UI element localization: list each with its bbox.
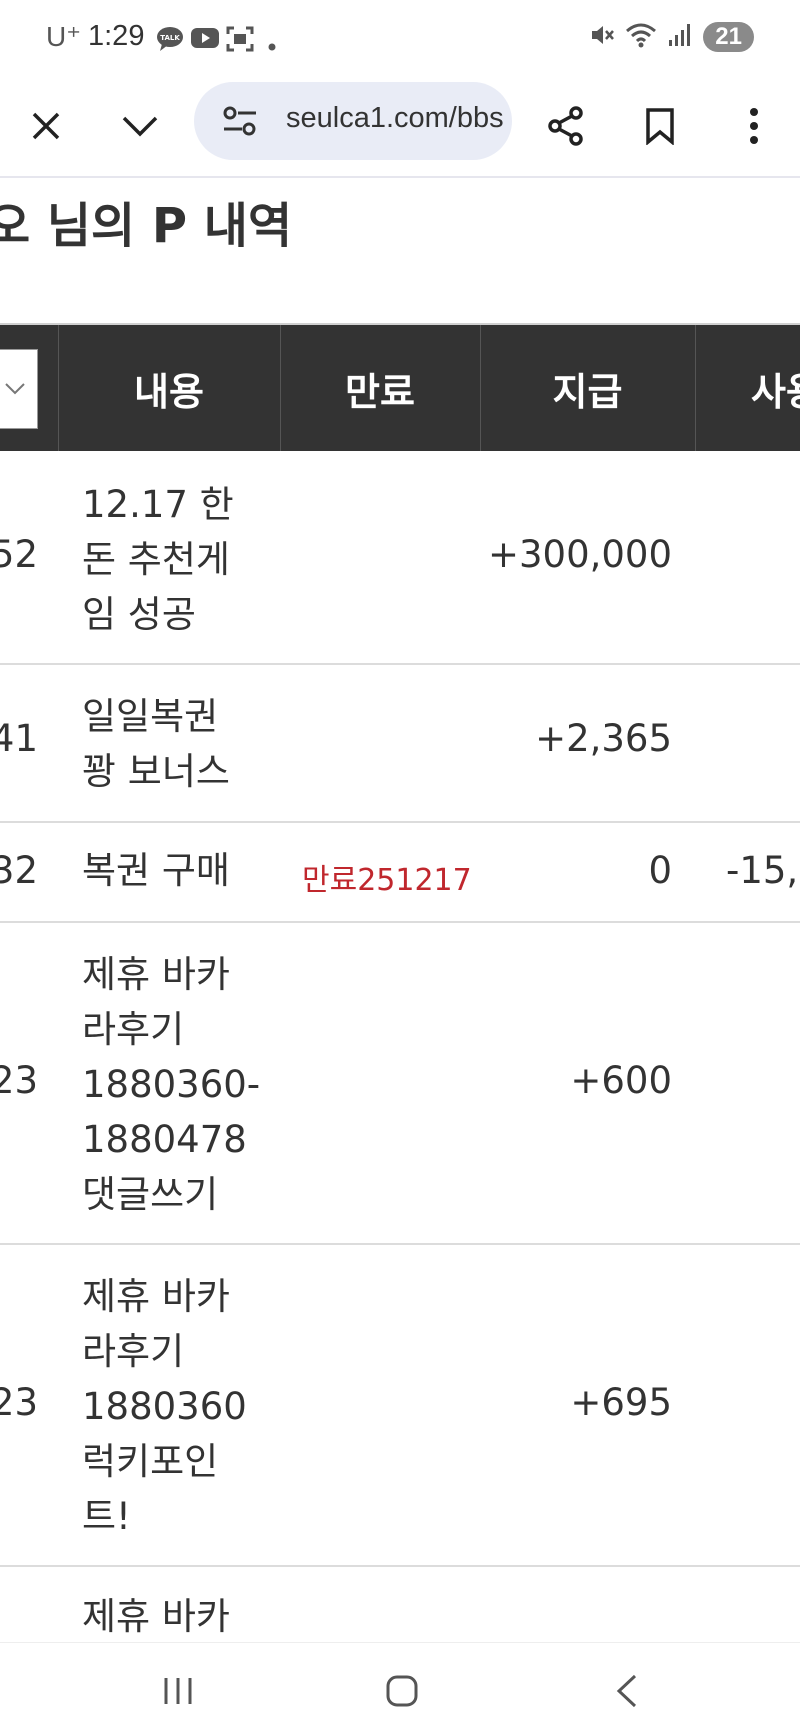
row-number: 41 [0, 717, 38, 760]
back-icon [616, 1674, 637, 1708]
youtube-notification-icon [190, 26, 220, 54]
status-right-group: 21 [589, 22, 754, 52]
share-icon [548, 106, 583, 146]
select-all-dropdown[interactable] [0, 349, 38, 429]
page-title: 오 님의 P 내역 [0, 198, 293, 254]
row-number: 32 [0, 849, 38, 892]
recent-apps-icon [164, 1678, 192, 1704]
row-number: 23 [0, 1381, 38, 1424]
url-text[interactable]: seulca1.com/bbs [286, 102, 504, 135]
talk-notification-icon: TALK [156, 26, 184, 54]
header-use: 사용 [751, 369, 800, 414]
more-notifications-dot-icon [268, 36, 276, 64]
more-vertical-icon [750, 108, 758, 144]
carrier-label: U⁺ [46, 21, 81, 52]
row-expire: 만료251217 [302, 863, 472, 898]
row-content: 제휴 바카라후기 1880360 럭키포인트! [82, 1275, 247, 1538]
more-options-button[interactable] [722, 94, 786, 158]
wifi-icon [625, 22, 657, 52]
status-time: 1:29 [88, 20, 145, 52]
row-content: 제휴 바카라후기 1880360-1880478 댓글쓰기 [82, 953, 261, 1216]
bookmark-button[interactable] [628, 94, 692, 158]
row-pay: +300,000 [487, 533, 672, 576]
url-bar[interactable]: seulca1.com/bbs [194, 82, 512, 160]
table-row: 41 일일복권 꽝 보너스 +2,365 [0, 665, 800, 823]
system-navigation-bar [0, 1642, 800, 1735]
row-content: 복권 구매 [82, 849, 230, 892]
header-expire: 만료 [345, 369, 415, 414]
row-pay: +695 [570, 1381, 672, 1424]
row-content: 12.17 한돈 추천게임 성공 [82, 483, 234, 636]
chevron-down-icon [5, 383, 25, 395]
site-settings-icon[interactable] [222, 104, 258, 142]
share-button[interactable] [534, 94, 598, 158]
row-pay: +600 [570, 1059, 672, 1102]
row-content: 일일복권 꽝 보너스 [82, 695, 230, 793]
header-content: 내용 [134, 369, 204, 414]
home-icon [386, 1675, 418, 1707]
svg-text:TALK: TALK [160, 34, 180, 42]
row-number: 52 [0, 533, 38, 576]
row-number: 23 [0, 1059, 38, 1102]
table-row: 32 복권 구매 만료251217 0 -15,0 [0, 823, 800, 923]
table-row: 23 제휴 바카라후기 1880360 럭키포인트! +695 [0, 1245, 800, 1567]
screenshot-notification-icon [226, 26, 254, 54]
row-content: 제휴 바카 [82, 1595, 230, 1638]
row-use: -15,0 [726, 849, 800, 892]
table-header: 내용 만료 지급 사용 [0, 323, 800, 451]
table-row: 52 12.17 한돈 추천게임 성공 +300,000 [0, 451, 800, 665]
close-icon [32, 112, 60, 140]
close-tab-button[interactable] [14, 94, 78, 158]
home-button[interactable] [372, 1661, 432, 1721]
minimize-tab-button[interactable] [108, 94, 172, 158]
points-history-table: 내용 만료 지급 사용 52 12.17 한돈 추천게임 성공 +300,000… [0, 323, 800, 1657]
signal-icon [667, 22, 693, 52]
row-pay: 0 [648, 849, 672, 892]
browser-toolbar: seulca1.com/bbs [0, 80, 800, 178]
header-pay: 지급 [552, 369, 623, 414]
status-bar: U⁺ 1:29 TALK 21 [0, 0, 800, 80]
recent-apps-button[interactable] [148, 1661, 208, 1721]
chevron-down-icon [122, 116, 158, 137]
table-row: 23 제휴 바카라후기 1880360-1880478 댓글쓰기 +600 [0, 923, 800, 1245]
row-pay: +2,365 [535, 717, 672, 760]
back-button[interactable] [596, 1661, 656, 1721]
battery-indicator: 21 [703, 22, 754, 52]
bookmark-icon [646, 108, 674, 145]
mute-icon [589, 22, 615, 52]
